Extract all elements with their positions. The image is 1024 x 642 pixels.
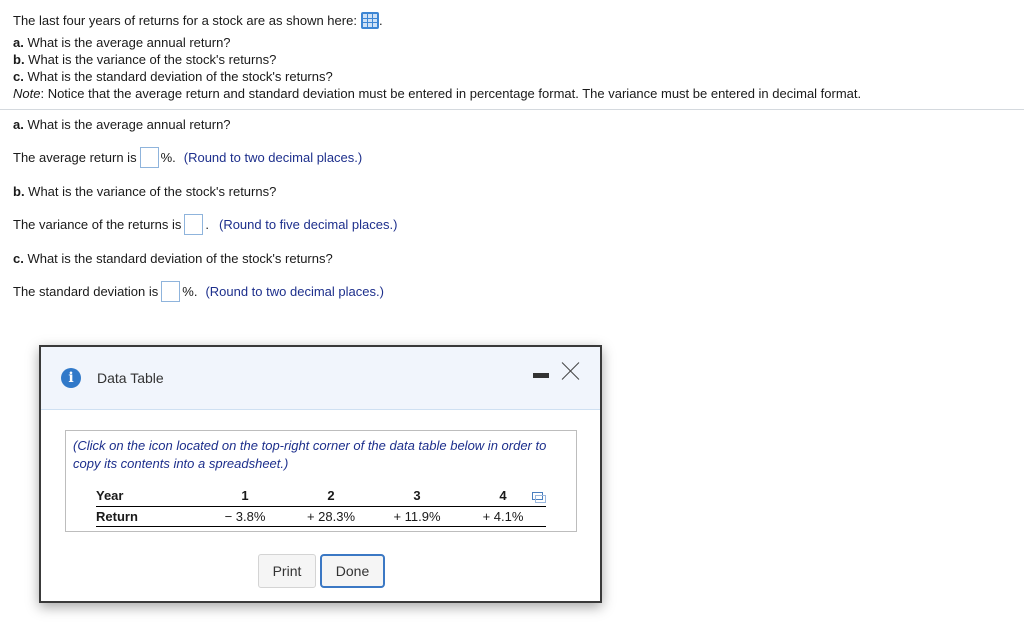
return-cell: + 4.1% [460, 506, 546, 527]
dialog-content: (Click on the icon located on the top-ri… [65, 430, 577, 532]
part-a-heading: a. What is the average annual return? [13, 117, 231, 132]
year-header: Year [96, 486, 202, 507]
question-part-a: a. What is the average annual return? [13, 35, 231, 50]
return-cell: + 11.9% [374, 506, 460, 527]
print-button[interactable]: Print [258, 554, 316, 588]
minimize-icon[interactable] [533, 373, 549, 378]
return-row-label: Return [96, 506, 202, 527]
copy-to-spreadsheet-icon[interactable] [532, 492, 546, 503]
variance-unit: . [205, 216, 209, 232]
question-note: Note: Notice that the average return and… [13, 86, 862, 101]
info-icon: i [61, 368, 81, 388]
part-b-heading: b. What is the variance of the stock's r… [13, 184, 277, 199]
returns-data-table: Year 1 2 3 4 Return − 3.8% + 28.3% + 11.… [96, 486, 546, 527]
average-return-hint: (Round to two decimal places.) [183, 149, 363, 165]
data-table-dialog: i Data Table (Click on the icon located … [39, 345, 602, 603]
close-icon[interactable] [561, 361, 581, 381]
variance-label: The variance of the returns is [13, 216, 182, 232]
std-dev-hint: (Round to two decimal places.) [205, 283, 384, 299]
copy-instruction: (Click on the icon located on the top-ri… [73, 438, 547, 471]
std-dev-input[interactable] [161, 280, 181, 302]
part-c-heading: c. What is the standard deviation of the… [13, 251, 333, 266]
dialog-title: Data Table [97, 370, 164, 386]
return-cell: + 28.3% [288, 506, 374, 527]
part-c-answer-row: The standard deviation is %. (Round to t… [13, 280, 384, 302]
done-button[interactable]: Done [320, 554, 385, 588]
question-block: The last four years of returns for a sto… [13, 12, 1013, 102]
intro-text: The last four years of returns for a sto… [13, 13, 357, 28]
part-b-answer-row: The variance of the returns is . (Round … [13, 213, 397, 235]
section-divider [0, 109, 1024, 110]
return-cell: − 3.8% [202, 506, 288, 527]
table-row: Return − 3.8% + 28.3% + 11.9% + 4.1% [96, 506, 546, 527]
question-part-c: c. What is the standard deviation of the… [13, 69, 333, 84]
year-cell: 1 [202, 486, 288, 507]
intro-suffix: . [378, 13, 383, 28]
std-dev-unit: %. [182, 283, 198, 299]
part-a-answer-row: The average return is %. (Round to two d… [13, 146, 362, 168]
year-cell: 2 [288, 486, 374, 507]
data-table-icon[interactable] [360, 12, 379, 29]
average-return-input[interactable] [139, 146, 159, 168]
table-header-row: Year 1 2 3 4 [96, 486, 546, 507]
variance-input[interactable] [184, 213, 204, 235]
average-return-unit: %. [160, 149, 176, 165]
year-cell: 3 [374, 486, 460, 507]
question-intro: The last four years of returns for a sto… [13, 12, 1013, 29]
std-dev-label: The standard deviation is [13, 283, 159, 299]
dialog-header[interactable]: i Data Table [41, 347, 600, 410]
average-return-label: The average return is [13, 149, 137, 165]
question-part-b: b. What is the variance of the stock's r… [13, 52, 277, 67]
variance-hint: (Round to five decimal places.) [218, 216, 398, 232]
